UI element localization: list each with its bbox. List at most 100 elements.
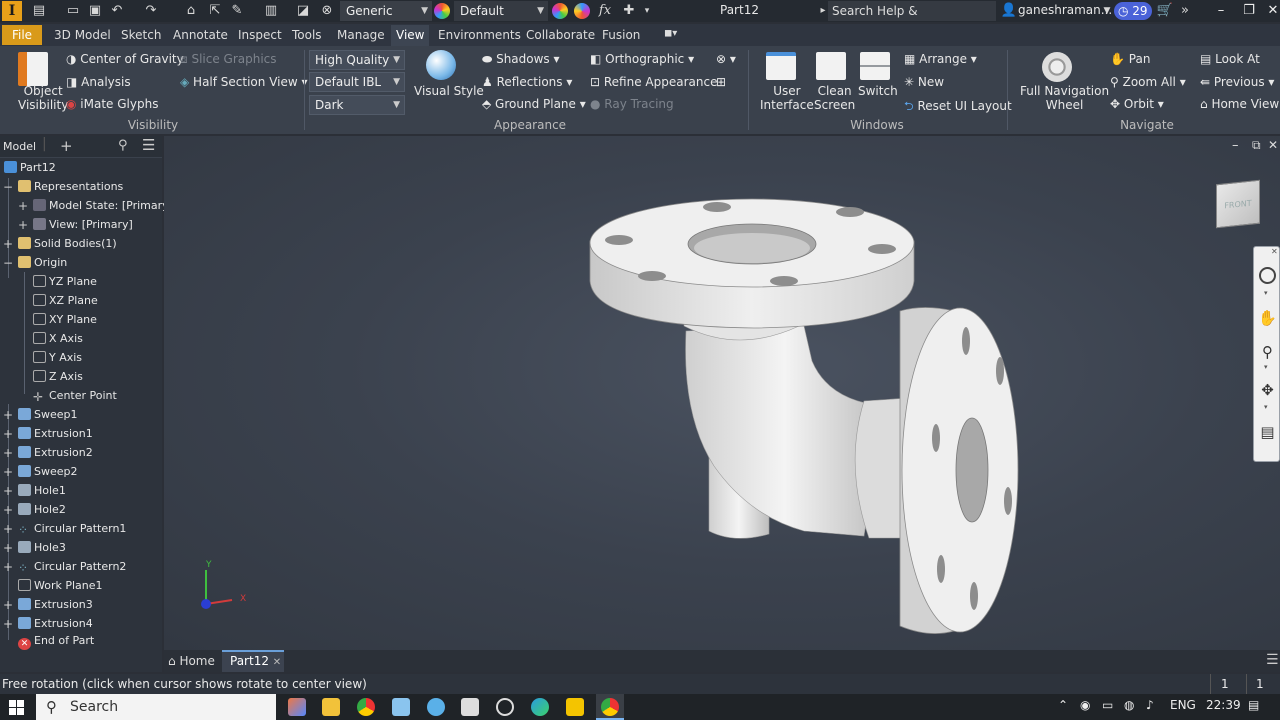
nav-wheel-icon[interactable] <box>1259 267 1276 284</box>
expand-icon[interactable]: + <box>2 558 14 576</box>
reset-ui-layout-button[interactable]: ⮌ Reset UI Layout <box>904 97 1012 118</box>
customize-icon[interactable]: ▾ <box>638 2 656 20</box>
tab-3d-model[interactable]: 3D Model <box>54 28 111 42</box>
expand-icon[interactable]: + <box>2 406 14 424</box>
expand-icon[interactable]: + <box>2 235 14 253</box>
pan-hand-icon[interactable]: ✋ <box>1258 309 1277 328</box>
refine-appearance-button[interactable]: ⊡ Refine Appearance <box>590 75 717 89</box>
tree-item-hole2[interactable]: + Hole2 <box>3 501 66 519</box>
select-icon[interactable]: ⇱ <box>206 2 224 20</box>
app-logo[interactable]: I <box>2 1 22 21</box>
tab-manage[interactable]: Manage <box>337 28 385 42</box>
orbit-nav-icon[interactable]: ✥ <box>1258 381 1277 400</box>
close-button[interactable]: ✕ <box>1262 1 1280 21</box>
viewport-minimize-icon[interactable]: – <box>1232 138 1239 153</box>
taskbar-search-input[interactable]: Search <box>36 694 276 720</box>
expand-icon[interactable]: + <box>2 444 14 462</box>
tree-item-view[interactable]: + View: [Primary] <box>18 216 133 234</box>
adjust-appearance-icon[interactable] <box>552 3 568 19</box>
tree-item-solid-bodies[interactable]: + Solid Bodies(1) <box>3 235 117 253</box>
graphics-viewport[interactable]: – ⧉ ✕ FRONT Y X <box>164 136 1280 650</box>
plus-icon[interactable]: ✚ <box>620 2 638 20</box>
previous-view-button[interactable]: ⇚ Previous ▾ <box>1200 75 1274 89</box>
tab-sketch[interactable]: Sketch <box>121 28 161 42</box>
restore-button[interactable]: ❐ <box>1238 1 1260 21</box>
chrome-icon[interactable] <box>357 698 375 716</box>
cart-icon[interactable]: 🛒 <box>1156 2 1174 20</box>
zoom-dropdown-icon[interactable]: ▾ <box>1264 363 1268 371</box>
tree-item-end-of-part[interactable]: ✕ End of Part <box>18 632 94 650</box>
tab-fusion[interactable]: Fusion <box>602 28 640 42</box>
tab-close-icon[interactable]: ✕ <box>273 657 281 668</box>
tray-battery-icon[interactable]: ▭ <box>1102 698 1113 712</box>
switch-button[interactable]: Switch <box>858 84 898 98</box>
tray-chevron-icon[interactable]: ⌃ <box>1058 698 1068 712</box>
update-icon[interactable]: ▥ <box>262 2 280 20</box>
notification-badge[interactable]: ◷ 29 <box>1114 2 1152 20</box>
look-at-nav-icon[interactable]: ▤ <box>1258 423 1277 442</box>
tab-part12[interactable]: Part12 ✕ <box>222 650 284 672</box>
tab-tools[interactable]: Tools <box>292 28 322 42</box>
collapse-icon[interactable]: − <box>2 254 14 272</box>
browser-menu-icon[interactable]: ☰ <box>142 136 155 154</box>
home-icon[interactable]: ⌂ <box>182 2 200 20</box>
clear-appearance-icon[interactable] <box>574 3 590 19</box>
grid-toggle-button[interactable]: ⊞ <box>716 75 726 89</box>
color-override-icon[interactable]: ✎ <box>228 2 246 20</box>
tree-item-part12[interactable]: Part12 <box>4 159 56 177</box>
clean-screen-button[interactable]: Clean Screen <box>814 84 855 112</box>
shadows-button[interactable]: ⬬ Shadows ▾ <box>482 52 560 67</box>
tree-item-work-plane1[interactable]: Work Plane1 <box>18 577 103 595</box>
tree-item-z-axis[interactable]: Z Axis <box>33 368 83 386</box>
home-view-button[interactable]: ⌂ Home View <box>1200 97 1279 111</box>
expand-icon[interactable]: + <box>2 539 14 557</box>
arrange-button[interactable]: ▦ Arrange ▾ <box>904 52 977 66</box>
expand-icon[interactable]: + <box>17 197 29 215</box>
expand-icon[interactable]: + <box>2 482 14 500</box>
ground-plane-button[interactable]: ⬘ Ground Plane ▾ <box>482 97 586 111</box>
windows-start-icon[interactable] <box>9 700 24 715</box>
navbar-close-icon[interactable]: ✕ <box>1271 247 1278 256</box>
expand-icon[interactable]: + <box>17 216 29 234</box>
calculator-icon[interactable] <box>461 698 479 716</box>
tab-collaborate[interactable]: Collaborate <box>526 28 595 42</box>
pan-button[interactable]: ✋ Pan <box>1110 52 1150 66</box>
orthographic-button[interactable]: ◧ Orthographic ▾ <box>590 52 694 66</box>
minimize-button[interactable]: – <box>1210 1 1232 21</box>
adaptive-icon[interactable]: ⊗ <box>318 2 336 20</box>
double-chevron-icon[interactable]: » <box>1176 2 1194 20</box>
imate-glyphs-button[interactable]: ◉ iMate Glyphs <box>66 97 158 111</box>
tree-item-extrusion4[interactable]: + Extrusion4 <box>3 615 93 633</box>
user-interface-button[interactable]: User Interface <box>760 84 814 112</box>
tab-environments[interactable]: Environments <box>438 28 521 42</box>
tree-item-origin[interactable]: − Origin <box>3 254 67 272</box>
tree-item-y-axis[interactable]: Y Axis <box>33 349 82 367</box>
tree-item-extrusion1[interactable]: + Extrusion1 <box>3 425 93 443</box>
orbit-dropdown-icon[interactable]: ▾ <box>1264 403 1268 411</box>
tab-home[interactable]: ⌂ Home <box>168 652 215 670</box>
slice-graphics-button[interactable]: ⧈ Slice Graphics <box>180 52 277 67</box>
notification-center-icon[interactable]: ▤ <box>1248 698 1259 712</box>
open-folder-icon[interactable]: ▭ <box>64 2 82 20</box>
edge-icon[interactable] <box>531 698 549 716</box>
collapse-icon[interactable]: − <box>2 178 14 196</box>
zoom-all-button[interactable]: ⚲ Zoom All ▾ <box>1110 75 1186 89</box>
tray-language[interactable]: ENG <box>1170 698 1196 712</box>
user-icon[interactable]: 👤 <box>1000 2 1018 20</box>
appearance-dropdown[interactable]: Generic ▼ <box>340 1 432 21</box>
tree-item-model-state[interactable]: + Model State: [Primary] <box>18 197 173 215</box>
ribbon-options-icon[interactable]: ◼▾ <box>664 28 677 39</box>
return-icon[interactable]: ◪ <box>294 2 312 20</box>
inventor-taskbar-icon[interactable] <box>566 698 584 716</box>
nav-wheel-dropdown-icon[interactable]: ▾ <box>1264 289 1268 297</box>
tray-clock[interactable]: 22:39 <box>1206 698 1241 712</box>
add-browser-tab-icon[interactable]: + <box>60 137 73 155</box>
ibl-dropdown[interactable]: Default IBL ▼ <box>309 72 405 92</box>
quality-dropdown[interactable]: High Quality ▼ <box>309 50 405 70</box>
file-explorer-icon[interactable] <box>322 698 340 716</box>
tree-item-yz-plane[interactable]: YZ Plane <box>33 273 97 291</box>
file-tab[interactable]: File <box>2 25 42 45</box>
object-visibility-button[interactable]: Object Visibility <box>18 84 68 112</box>
tree-item-xz-plane[interactable]: XZ Plane <box>33 292 98 310</box>
expand-icon[interactable]: + <box>2 596 14 614</box>
